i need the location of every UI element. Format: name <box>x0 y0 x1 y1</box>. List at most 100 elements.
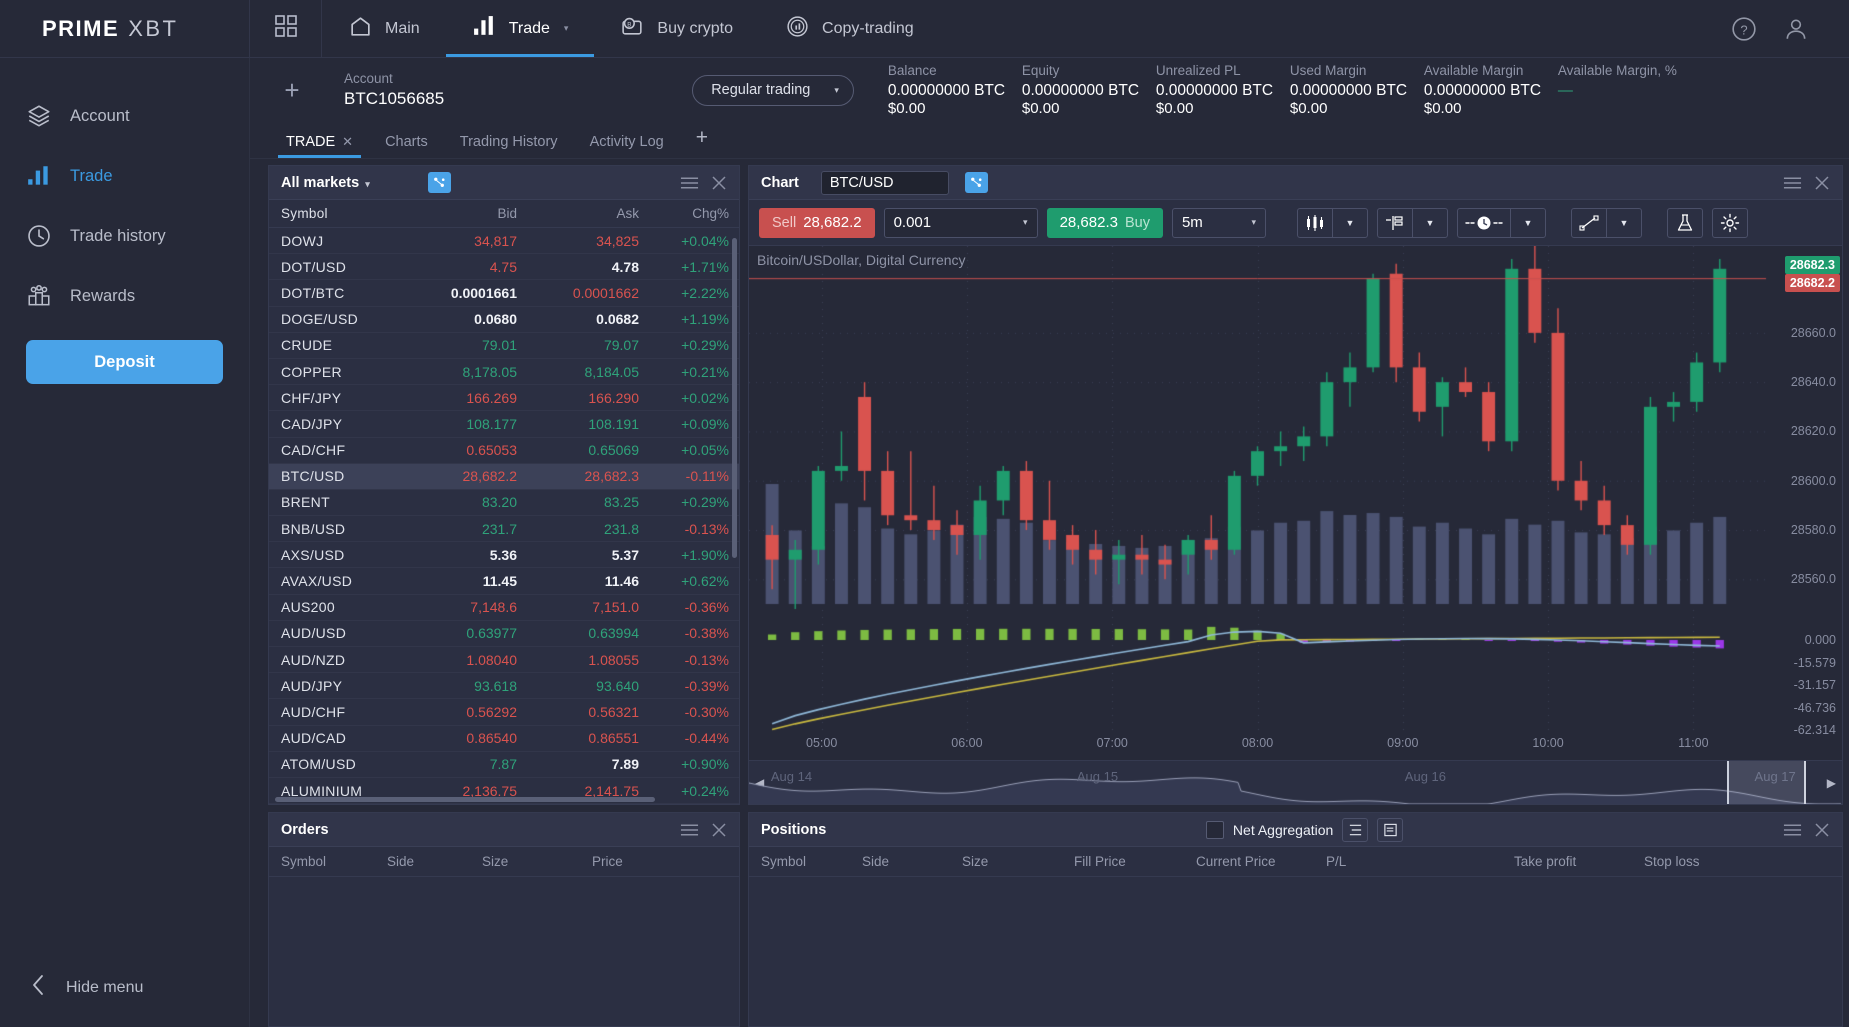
close-icon[interactable] <box>1814 822 1830 838</box>
table-row[interactable]: AUD/NZD 1.08040 1.08055 -0.13% <box>269 647 739 674</box>
price-chart-canvas[interactable] <box>749 246 1842 804</box>
deposit-button[interactable]: Deposit <box>26 340 223 384</box>
table-row[interactable]: DOGE/USD 0.0680 0.0682 +1.19% <box>269 307 739 333</box>
table-row[interactable]: AUD/JPY 93.618 93.640 -0.39% <box>269 673 739 700</box>
table-row[interactable]: CAD/JPY 108.177 108.191 +0.09% <box>269 411 739 438</box>
stat-label: Available Margin, % <box>1557 63 1677 78</box>
gear-icon[interactable] <box>1711 207 1748 238</box>
cell-chg: +0.05% <box>681 442 729 459</box>
minimap-selection[interactable] <box>1727 761 1804 804</box>
table-row[interactable]: CHF/JPY 166.269 166.290 +0.02% <box>269 385 739 412</box>
chart-link-button[interactable] <box>964 172 988 193</box>
table-row[interactable]: DOWJ 34,817 34,825 +0.04% <box>269 228 739 255</box>
tab-charts[interactable]: Charts <box>369 134 444 158</box>
tab-trading-history[interactable]: Trading History <box>444 134 574 158</box>
indicators-dropdown[interactable]: ▼ <box>1413 209 1447 237</box>
close-icon[interactable] <box>1814 175 1830 191</box>
cell-bid: 231.7 <box>481 520 517 537</box>
cell-ask: 8,184.05 <box>584 363 640 380</box>
table-row[interactable]: CAD/CHF 0.65053 0.65069 +0.05% <box>269 438 739 464</box>
chart-symbol-input[interactable] <box>820 170 949 195</box>
table-row[interactable]: DOT/USD 4.75 4.78 +1.71% <box>269 254 739 281</box>
close-icon[interactable]: ✕ <box>342 134 353 150</box>
positions-panel-actions <box>1783 822 1830 838</box>
price-tick-label: 28640.0 <box>1790 375 1836 390</box>
time-compare-dropdown[interactable]: ▼ <box>1511 209 1545 237</box>
sidebar-item-account[interactable]: Account <box>0 86 249 146</box>
net-aggregation-checkbox[interactable] <box>1205 820 1224 839</box>
add-account-button[interactable]: + <box>270 68 314 112</box>
table-row[interactable]: BRENT 83.20 83.25 +0.29% <box>269 490 739 517</box>
time-tick-label: 05:00 <box>806 736 838 750</box>
help-icon[interactable]: ? <box>1731 16 1757 42</box>
table-row[interactable]: AVAX/USD 11.45 11.46 +0.62% <box>269 568 739 595</box>
chevron-down-icon: ▾ <box>1251 217 1256 227</box>
stat-value-btc: 0.00000000 BTC <box>1423 82 1542 99</box>
table-row[interactable]: BNB/USD 231.7 231.8 -0.13% <box>269 516 739 543</box>
menu-icon[interactable] <box>680 823 699 837</box>
time-axis[interactable]: 05:00 06:00 07:00 08:00 09:00 10:00 11:00 <box>749 732 1766 758</box>
cell-ask: 0.0001662 <box>572 284 639 301</box>
candlestick-type-icon[interactable] <box>1298 209 1332 237</box>
sidebar-item-rewards[interactable]: Rewards <box>0 266 249 326</box>
sell-button[interactable]: Sell 28,682.2 <box>759 207 875 238</box>
tab-activity-log[interactable]: Activity Log <box>574 134 680 158</box>
chevron-down-icon: ▾ <box>1023 217 1028 227</box>
trendline-icon[interactable] <box>1572 209 1606 237</box>
chart-minimap[interactable]: ◀ ▶ Aug 14Aug 15Aug 16Aug 17 <box>749 760 1842 804</box>
flask-icon[interactable] <box>1666 207 1703 238</box>
apps-grid-button[interactable] <box>250 0 322 57</box>
table-row[interactable]: CRUDE 79.01 79.07 +0.29% <box>269 333 739 359</box>
markets-horizontal-scrollbar[interactable] <box>275 797 655 802</box>
group-positions-icon[interactable] <box>1342 817 1369 842</box>
markets-title-dropdown[interactable]: All markets ▾ <box>281 175 370 191</box>
table-row[interactable]: AXS/USD 5.36 5.37 +1.90% <box>269 542 739 569</box>
table-row[interactable]: AUD/CHF 0.56292 0.56321 -0.30% <box>269 699 739 726</box>
nav-trade[interactable]: Trade ▾ <box>445 0 595 57</box>
menu-icon[interactable] <box>680 176 699 190</box>
trading-mode-select[interactable]: Regular trading ▾ <box>692 74 854 106</box>
list-positions-icon[interactable] <box>1377 817 1404 842</box>
table-row[interactable]: AUD/CAD 0.86540 0.86551 -0.44% <box>269 726 739 752</box>
sidebar-item-trade[interactable]: Trade <box>0 146 249 206</box>
markets-vertical-scrollbar[interactable] <box>732 238 737 558</box>
quantity-select[interactable]: 0.001 ▾ <box>883 207 1038 238</box>
table-row[interactable]: BTC/USD 28,682.2 28,682.3 -0.11% <box>269 463 739 490</box>
stat-value-usd: $0.00 <box>1423 100 1462 117</box>
markets-column-headers: Symbol Bid Ask Chg% <box>269 200 739 228</box>
timeframe-select[interactable]: 5m ▾ <box>1171 207 1266 238</box>
cell-bid: 7,148.6 <box>470 599 517 616</box>
sidebar-item-trade-history[interactable]: Trade history <box>0 206 249 266</box>
tab-trade[interactable]: TRADE ✕ <box>270 134 369 158</box>
time-compare-icon[interactable] <box>1458 209 1510 237</box>
chart-type-dropdown[interactable]: ▼ <box>1333 209 1367 237</box>
menu-icon[interactable] <box>1783 176 1802 190</box>
account-label: Account <box>344 71 393 86</box>
close-icon[interactable] <box>711 822 727 838</box>
nav-copy-trading[interactable]: Copy-trading <box>759 0 940 57</box>
markets-link-button[interactable] <box>427 172 451 193</box>
table-row[interactable]: DOT/BTC 0.0001661 0.0001662 +2.22% <box>269 280 739 307</box>
minimap-handle-right[interactable] <box>1803 761 1806 804</box>
user-icon[interactable] <box>1783 16 1809 42</box>
hide-menu-button[interactable]: Hide menu <box>0 974 249 1027</box>
net-aggregation-control: Net Aggregation <box>1205 817 1404 842</box>
nav-main[interactable]: Main <box>322 0 446 57</box>
cell-chg: +0.29% <box>681 337 729 354</box>
buy-button[interactable]: 28,682.3 Buy <box>1046 207 1163 238</box>
table-row[interactable]: ATOM/USD 7.87 7.89 +0.90% <box>269 752 739 778</box>
table-row[interactable]: AUS200 7,148.6 7,151.0 -0.36% <box>269 595 739 621</box>
nav-buy-crypto[interactable]: B Buy crypto <box>594 0 759 57</box>
indicators-icon[interactable] <box>1378 209 1412 237</box>
table-row[interactable]: COPPER 8,178.05 8,184.05 +0.21% <box>269 359 739 386</box>
close-icon[interactable] <box>711 175 727 191</box>
add-tab-button[interactable]: + <box>680 126 724 158</box>
table-row[interactable]: AUD/USD 0.63977 0.63994 -0.38% <box>269 621 739 647</box>
cell-ask: 0.0682 <box>596 311 639 328</box>
menu-icon[interactable] <box>1783 823 1802 837</box>
chevron-down-icon: ▾ <box>563 23 569 33</box>
chart-canvas-area[interactable]: Bitcoin/USDollar, Digital Currency 28660… <box>749 246 1842 804</box>
price-axis[interactable]: 28660.0 28640.0 28620.0 28600.0 28580.0 28560… <box>1766 246 1842 804</box>
drawing-dropdown[interactable]: ▼ <box>1607 209 1641 237</box>
brand-logo[interactable]: PRIME XBT <box>0 0 250 57</box>
